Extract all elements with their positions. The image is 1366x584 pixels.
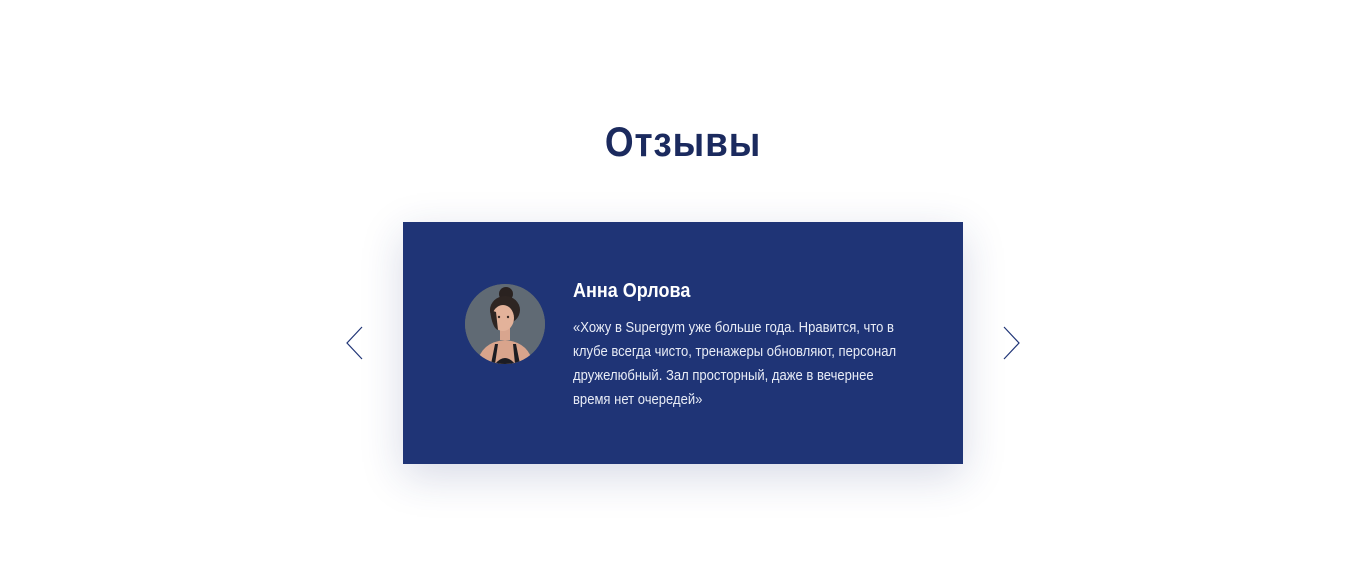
section-title: Отзывы (604, 118, 762, 165)
reviewer-avatar (465, 284, 545, 364)
slider-next-button[interactable] (1001, 326, 1021, 360)
review-card: Анна Орлова «Хожу в Supergym уже больше … (403, 222, 963, 464)
reviews-slider: Анна Орлова «Хожу в Supergym уже больше … (0, 222, 1366, 464)
slider-prev-button[interactable] (345, 326, 365, 360)
review-text: «Хожу в Supergym уже больше года. Нравит… (573, 320, 897, 408)
reviewer-name: Анна Орлова (573, 280, 691, 302)
chevron-right-icon (1003, 326, 1020, 360)
chevron-left-icon (346, 326, 363, 360)
